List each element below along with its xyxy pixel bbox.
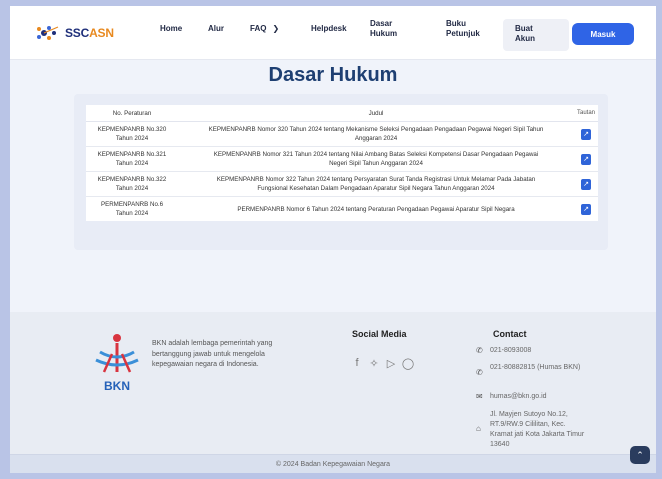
contact-phone-1: ✆ 021-8093008 <box>476 346 588 356</box>
nav-buat-line1: Buat <box>515 24 533 33</box>
cell-judul-line2: Negeri Sipil Tahun Anggaran 2024 <box>329 160 423 167</box>
cell-judul: PERMENPANRB Nomor 6 Tahun 2024 tentang P… <box>178 202 574 217</box>
cell-judul-line1: KEPMENPANRB Nomor 320 Tahun 2024 tentang… <box>208 126 544 133</box>
cell-no-line2: Tahun 2024 <box>115 135 149 142</box>
cell-tautan: ↗ <box>574 203 598 215</box>
cell-no-line1: KEPMENPANRB No.321 <box>97 151 167 158</box>
address-text: Jl. Mayjen Sutoyo No.12, RT.9/RW.9 Cilil… <box>490 411 585 448</box>
cell-judul-line1: KEPMENPANRB Nomor 321 Tahun 2024 tentang… <box>213 151 539 158</box>
open-document-icon[interactable]: ↗ <box>581 153 591 165</box>
sscasn-logo[interactable]: SSCASN <box>36 24 114 42</box>
youtube-icon[interactable]: ▷ <box>384 357 398 370</box>
nav-dasar-hukum-line2: Hukum <box>370 29 398 38</box>
contact-title: Contact <box>493 329 527 339</box>
browser-viewport: SSCASN Home Alur FAQ ❯ Helpdesk Dasar Huk… <box>10 6 656 473</box>
phone-icon: ✆ <box>476 368 483 377</box>
table-header: No. Peraturan Judul Tautan <box>86 105 598 122</box>
phone-icon: ✆ <box>476 346 483 355</box>
cell-judul-line1: PERMENPANRB Nomor 6 Tahun 2024 tentang P… <box>237 205 515 213</box>
logo-text: SSCASN <box>65 26 114 40</box>
nav-dasar-hukum-line1: Dasar <box>370 19 393 28</box>
svg-text:BKN: BKN <box>104 379 130 393</box>
open-document-icon[interactable]: ↗ <box>581 203 591 215</box>
nav-faq-label: FAQ <box>250 24 267 33</box>
regulation-table: No. Peraturan Judul Tautan KEPMENPANRB N… <box>86 105 598 221</box>
cell-no-line2: Tahun 2024 <box>115 185 149 192</box>
twitter-icon[interactable]: ✧ <box>367 357 381 370</box>
open-document-icon[interactable]: ↗ <box>581 128 591 140</box>
phone-2-text: 021-80882815 (Humas BKN) <box>490 364 581 371</box>
cell-no-line2: Tahun 2024 <box>115 160 149 167</box>
table-row: KEPMENPANRB No.320 Tahun 2024 KEPMENPANR… <box>86 122 598 147</box>
cell-tautan: ↗ <box>574 128 598 140</box>
nav-buku-line2: Petunjuk <box>446 29 480 38</box>
contact-address: ⌂ Jl. Mayjen Sutoyo No.12, RT.9/RW.9 Cil… <box>476 410 588 450</box>
nav-faq[interactable]: FAQ ❯ <box>250 24 279 34</box>
cell-judul: KEPMENPANRB Nomor 321 Tahun 2024 tentang… <box>178 147 574 171</box>
open-document-icon[interactable]: ↗ <box>581 178 591 190</box>
bkn-logo-icon: BKN <box>95 334 139 393</box>
cell-judul: KEPMENPANRB Nomor 322 Tahun 2024 tentang… <box>178 172 574 196</box>
cell-judul-line2: Fungsional Kesehatan Dalam Pengadaan Apa… <box>257 185 495 192</box>
home-icon: ⌂ <box>476 424 481 433</box>
chevron-down-icon: ❯ <box>272 24 280 33</box>
sscasn-logo-icon <box>37 26 59 40</box>
contact-phone-2: ✆ 021-80882815 (Humas BKN) <box>476 363 588 377</box>
cell-tautan: ↗ <box>574 178 598 190</box>
cell-no-peraturan: KEPMENPANRB No.320 Tahun 2024 <box>86 122 178 146</box>
phone-1-text: 021-8093008 <box>490 347 532 354</box>
cell-tautan: ↗ <box>574 153 598 165</box>
nav-buat-akun[interactable]: Buat Akun <box>503 19 569 51</box>
table-row: KEPMENPANRB No.321 Tahun 2024 KEPMENPANR… <box>86 147 598 172</box>
nav-alur[interactable]: Alur <box>208 24 224 34</box>
cell-judul-line2: Anggaran 2024 <box>354 135 398 142</box>
table-row: KEPMENPANRB No.322 Tahun 2024 KEPMENPANR… <box>86 172 598 197</box>
facebook-icon[interactable]: f <box>350 357 364 370</box>
header-no-peraturan: No. Peraturan <box>112 109 152 117</box>
mail-icon: ✉ <box>476 392 483 401</box>
page-title: Dasar Hukum <box>268 64 398 86</box>
header-tautan: Tautan <box>576 110 595 116</box>
footer: BKN BKN adalah lembaga pemerintah yang b… <box>10 312 656 462</box>
social-icons: f ✧ ▷ ◯ <box>350 357 415 370</box>
cell-no-peraturan: PERMENPANRB No.6 Tahun 2024 <box>86 197 178 221</box>
cell-judul-line1: KEPMENPANRB Nomor 322 Tahun 2024 tentang… <box>216 176 536 183</box>
instagram-icon[interactable]: ◯ <box>401 357 415 370</box>
nav-buat-line2: Akun <box>515 34 535 43</box>
cell-no-line1: KEPMENPANRB No.320 <box>97 126 167 133</box>
header-judul: Judul <box>368 109 384 117</box>
chevron-up-icon: ⌃ <box>636 450 644 460</box>
contact-email: ✉ humas@bkn.go.id <box>476 392 588 402</box>
social-media-title: Social Media <box>352 329 407 339</box>
scroll-to-top-button[interactable]: ⌃ <box>630 446 650 464</box>
nav-helpdesk[interactable]: Helpdesk <box>311 24 347 34</box>
masuk-button[interactable]: Masuk <box>572 23 634 45</box>
table-row: PERMENPANRB No.6 Tahun 2024 PERMENPANRB … <box>86 197 598 221</box>
nav-home[interactable]: Home <box>160 24 182 34</box>
cell-judul: KEPMENPANRB Nomor 320 Tahun 2024 tentang… <box>178 122 574 146</box>
regulation-table-card: No. Peraturan Judul Tautan KEPMENPANRB N… <box>74 94 608 250</box>
bkn-description: BKN adalah lembaga pemerintah yang berta… <box>152 340 273 368</box>
top-navbar: SSCASN Home Alur FAQ ❯ Helpdesk Dasar Huk… <box>10 6 656 60</box>
cell-no-line1: PERMENPANRB No.6 <box>100 201 164 208</box>
cell-no-line1: KEPMENPANRB No.322 <box>97 176 167 183</box>
nav-buku-line1: Buku <box>446 19 466 28</box>
cell-no-line2: Tahun 2024 <box>115 210 149 217</box>
nav-buku-petunjuk[interactable]: Buku Petunjuk <box>446 19 480 39</box>
email-text: humas@bkn.go.id <box>490 393 547 400</box>
cell-no-peraturan: KEPMENPANRB No.322 Tahun 2024 <box>86 172 178 196</box>
nav-dasar-hukum[interactable]: Dasar Hukum <box>370 19 397 39</box>
copyright: © 2024 Badan Kepegawaian Negara <box>10 454 656 473</box>
cell-no-peraturan: KEPMENPANRB No.321 Tahun 2024 <box>86 147 178 171</box>
